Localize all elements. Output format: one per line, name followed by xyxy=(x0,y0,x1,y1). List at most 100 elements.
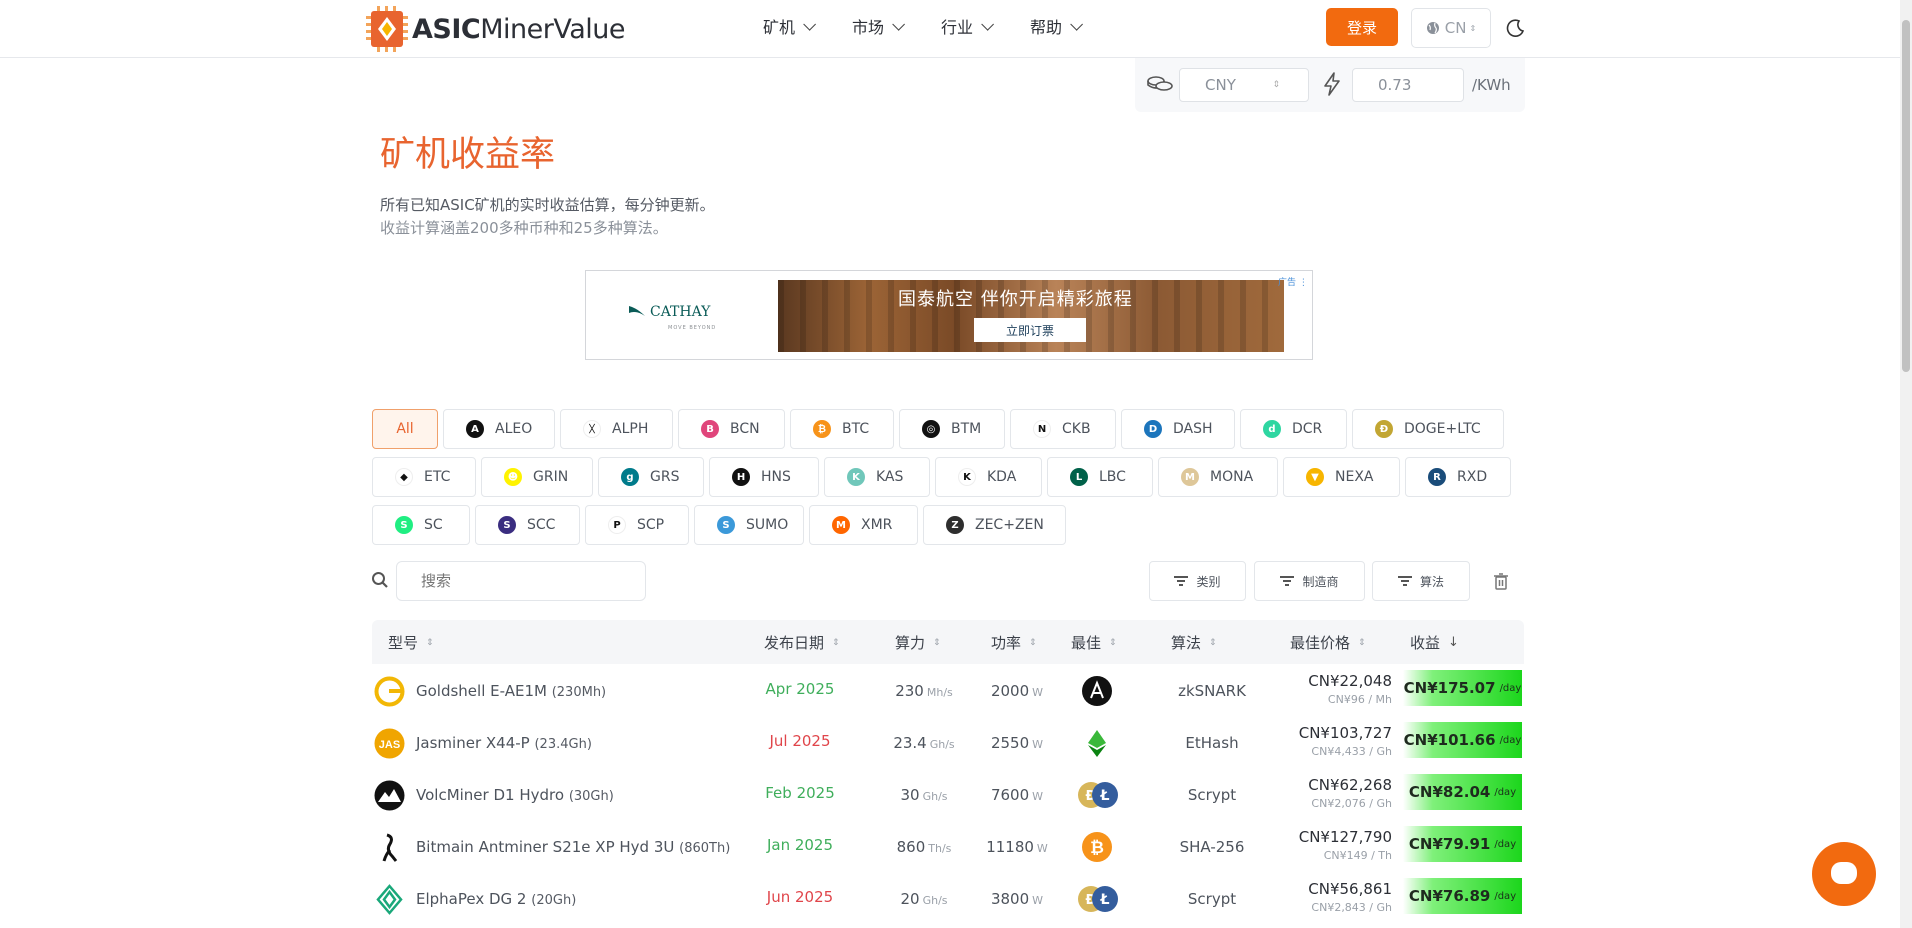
filter-category-button[interactable]: 类别 xyxy=(1149,561,1246,601)
nav-industry[interactable]: 行业 xyxy=(941,14,995,38)
search-icon xyxy=(372,572,388,588)
coin-filter-btm[interactable]: ◎ BTM xyxy=(899,409,1005,449)
page-scrollbar[interactable] xyxy=(1900,0,1912,928)
profit-badge: CN¥79.91/day xyxy=(1403,826,1522,862)
column-best[interactable]: 最佳 ⇕ xyxy=(1071,632,1117,653)
ad-image: 国泰航空 伴你开启精彩旅程 立即订票 xyxy=(778,280,1284,352)
coin-filter-lbc[interactable]: L LBC xyxy=(1047,457,1153,497)
etc-coin-icon: ◆ xyxy=(395,468,413,486)
chevron-down-icon xyxy=(981,17,995,31)
coin-filter-aleo[interactable]: A ALEO xyxy=(443,409,555,449)
profit-value: CN¥76.89 xyxy=(1408,887,1491,905)
coin-filter-label: SC xyxy=(424,517,443,533)
filter-algorithm-button[interactable]: 算法 xyxy=(1372,561,1470,601)
coin-filter-nexa[interactable]: ▼ NEXA xyxy=(1283,457,1400,497)
coin-filter-grs[interactable]: g GRS xyxy=(598,457,704,497)
coin-filter-label: SCP xyxy=(637,517,665,533)
kda-coin-icon: K xyxy=(958,468,976,486)
column-algorithm[interactable]: 算法 ⇕ xyxy=(1171,632,1217,653)
sort-updown-icon: ⇕ xyxy=(1272,80,1280,90)
electricity-price-input[interactable] xyxy=(1352,68,1464,102)
nav-help[interactable]: 帮助 xyxy=(1030,14,1084,38)
scrollbar-thumb[interactable] xyxy=(1902,20,1910,372)
miner-model-link[interactable]: Bitmain Antminer S21e XP Hyd 3U (860Th) xyxy=(416,838,730,856)
sort-icon: ⇕ xyxy=(426,637,434,648)
coin-filter-zec-zen[interactable]: Z ZEC+ZEN xyxy=(923,505,1066,545)
login-button[interactable]: 登录 xyxy=(1326,8,1398,46)
coin-filter-scp[interactable]: P SCP xyxy=(585,505,689,545)
site-logo[interactable]: ASICMinerValue xyxy=(366,6,625,52)
miner-spec: (23.4Gh) xyxy=(534,737,592,752)
globe-icon xyxy=(1426,22,1439,34)
best-price: CN¥127,790 CN¥149 / Th xyxy=(1252,820,1392,872)
column-best-price[interactable]: 最佳价格 ⇕ xyxy=(1290,632,1366,653)
column-release-date[interactable]: 发布日期 ⇕ xyxy=(764,632,840,653)
table-row[interactable]: ElphaPex DG 2 (20Gh) Jun 2025 20 Gh/s 3800 W Ð… xyxy=(372,872,1524,924)
column-model[interactable]: 型号 ⇕ xyxy=(388,632,434,653)
table-row[interactable]: Bitmain Antminer S21e XP Hyd 3U (860Th) J… xyxy=(372,820,1524,872)
coin-filter-label: BTC xyxy=(842,421,870,437)
hashrate-value: 20 Gh/s xyxy=(900,890,948,908)
currency-select[interactable]: CNY ⇕ xyxy=(1179,68,1309,102)
ad-cta-button[interactable]: 立即订票 xyxy=(974,318,1086,342)
coin-filter-xmr[interactable]: M XMR xyxy=(809,505,918,545)
coin-filter-alph[interactable]: ᚷ ALPH xyxy=(560,409,673,449)
coin-filter-dash[interactable]: D DASH xyxy=(1121,409,1235,449)
best-price: CN¥56,861 CN¥2,843 / Gh xyxy=(1252,872,1392,924)
hashrate-value: 30 Gh/s xyxy=(900,786,948,804)
miner-model-link[interactable]: Jasminer X44-P (23.4Gh) xyxy=(416,734,592,752)
chat-button[interactable] xyxy=(1812,842,1876,906)
coin-filter-bcn[interactable]: B BCN xyxy=(678,409,785,449)
column-power[interactable]: 功率 ⇕ xyxy=(991,632,1037,653)
column-profit[interactable]: 收益 ↓ xyxy=(1410,632,1459,653)
scp-coin-icon: P xyxy=(608,516,626,534)
coin-filter-doge-ltc[interactable]: Ð DOGE+LTC xyxy=(1352,409,1504,449)
table-row[interactable]: VolcMiner D1 Hydro (30Gh) Feb 2025 30 Gh/s 7… xyxy=(372,768,1524,820)
aleo-coin-icon: A xyxy=(466,420,484,438)
nav-miners[interactable]: 矿机 xyxy=(763,14,817,38)
coin-filter-rxd[interactable]: R RXD xyxy=(1405,457,1511,497)
coin-filter-scc[interactable]: S SCC xyxy=(475,505,580,545)
coin-filter-etc[interactable]: ◆ ETC xyxy=(372,457,476,497)
sort-icon: ⇕ xyxy=(933,637,941,648)
miner-model-link[interactable]: VolcMiner D1 Hydro (30Gh) xyxy=(416,786,614,804)
coin-filter-grin[interactable]: ☻ GRIN xyxy=(481,457,593,497)
advertisement-banner[interactable]: CATHAY MOVE BEYOND 国泰航空 伴你开启精彩旅程 立即订票 广告… xyxy=(585,270,1313,360)
best-coin-icon: ₿ xyxy=(1082,832,1112,862)
coin-filter-ckb[interactable]: N CKB xyxy=(1010,409,1116,449)
miner-model-link[interactable]: ElphaPex DG 2 (20Gh) xyxy=(416,890,576,908)
filter-manufacturer-button[interactable]: 制造商 xyxy=(1254,561,1365,601)
coin-filter-kda[interactable]: K KDA xyxy=(935,457,1042,497)
coin-filter-all[interactable]: All xyxy=(372,409,438,449)
svg-text:JAS: JAS xyxy=(379,739,400,751)
miner-name: ElphaPex DG 2 xyxy=(416,890,527,908)
table-row[interactable]: JAS Jasminer X44-P (23.4Gh) Jul 2025 23.4 Gh… xyxy=(372,716,1524,768)
coin-filter-label: DCR xyxy=(1292,421,1323,437)
search-input[interactable] xyxy=(396,561,646,601)
trash-icon[interactable] xyxy=(1493,572,1509,590)
currency-value: CNY xyxy=(1205,76,1236,94)
column-hashrate[interactable]: 算力 ⇕ xyxy=(895,632,941,653)
page-subdescription: 收益计算涵盖200多种币种和25多种算法。 xyxy=(380,219,668,237)
language-select[interactable]: CN ⇕ xyxy=(1411,8,1491,48)
dark-mode-toggle-icon[interactable] xyxy=(1506,18,1526,38)
power-value: 7600 W xyxy=(990,786,1044,804)
top-navbar: ASICMinerValue 矿机 市场 行业 帮助 登录 CN ⇕ xyxy=(0,0,1900,58)
miner-model-link[interactable]: Goldshell E-AE1M (230Mh) xyxy=(416,682,606,700)
coin-filter-label: SCC xyxy=(527,517,556,533)
svg-text:₿: ₿ xyxy=(1090,838,1104,858)
coin-filter-label: BTM xyxy=(951,421,982,437)
ad-choices-icon[interactable]: 广告 ⋮ xyxy=(1278,275,1308,289)
coin-filter-sc[interactable]: S SC xyxy=(372,505,470,545)
coin-filter-label: GRS xyxy=(650,469,680,485)
coin-filter-btc[interactable]: ₿ BTC xyxy=(790,409,894,449)
coin-filter-hns[interactable]: H HNS xyxy=(709,457,819,497)
coin-filter-sumo[interactable]: S SUMO xyxy=(694,505,804,545)
manufacturer-logo-icon xyxy=(374,832,405,863)
coin-filter-kas[interactable]: K KAS xyxy=(824,457,930,497)
nav-market[interactable]: 市场 xyxy=(852,14,906,38)
table-row[interactable]: Goldshell E-AE1M (230Mh) Apr 2025 230 Mh/s 2… xyxy=(372,664,1524,716)
coin-filter-dcr[interactable]: d DCR xyxy=(1240,409,1347,449)
chevron-down-icon xyxy=(803,17,817,31)
coin-filter-mona[interactable]: M MONA xyxy=(1158,457,1278,497)
